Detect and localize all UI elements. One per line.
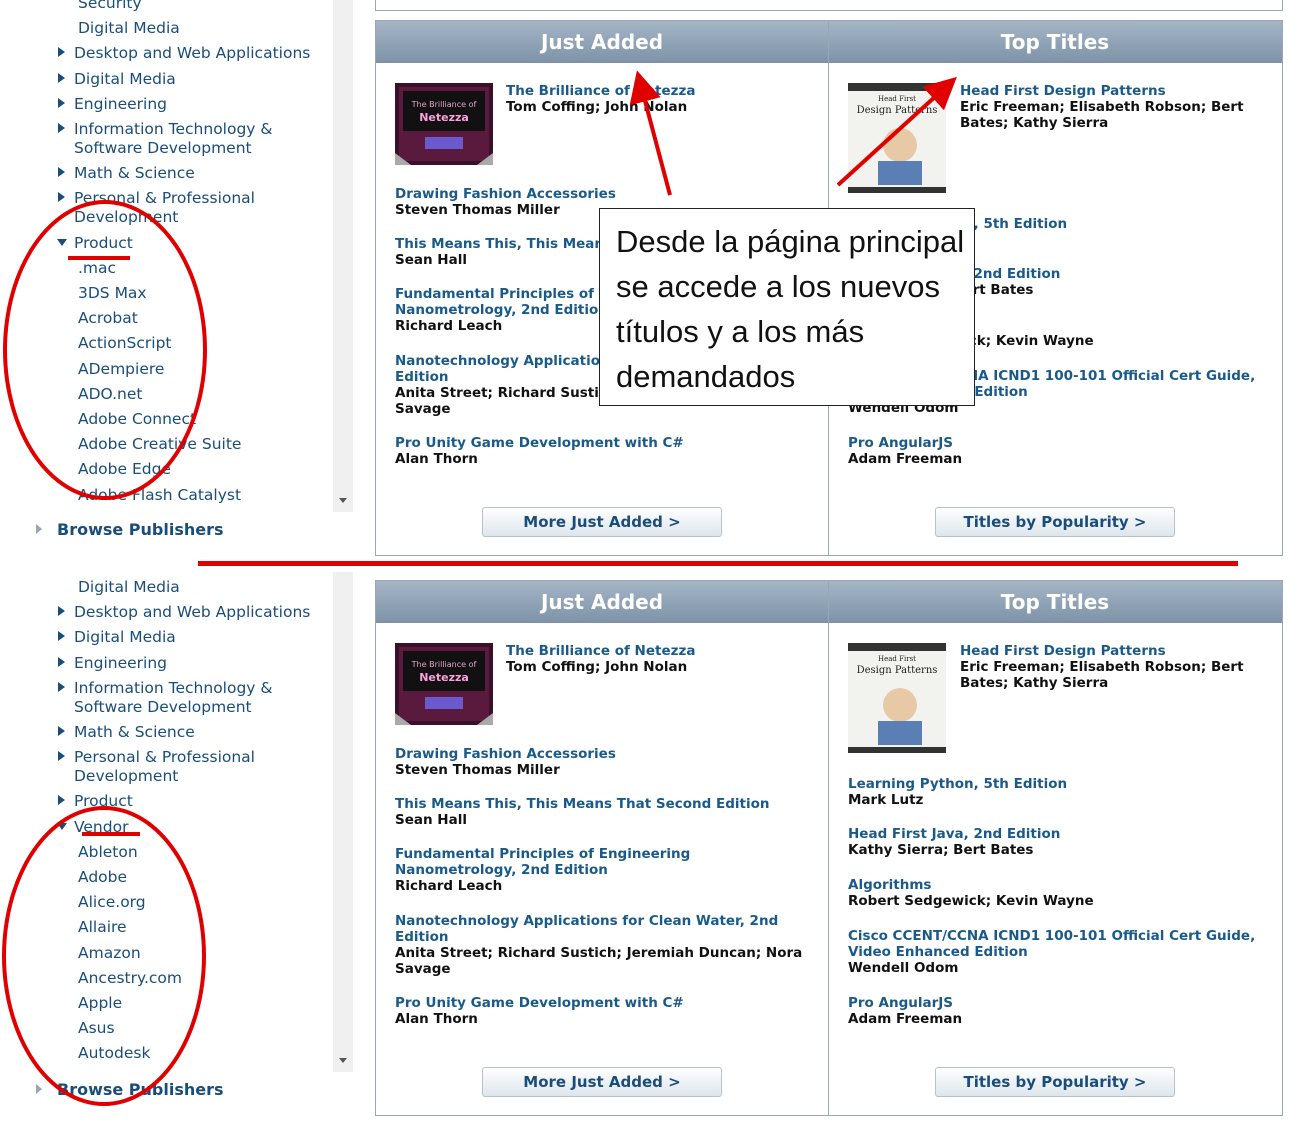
arrow-just-added: [629, 70, 672, 196]
annotation-callout: Desde la página principal se accede a lo…: [599, 208, 975, 406]
arrow-top-titles: [836, 76, 957, 187]
annotation-arrows: [629, 70, 957, 196]
